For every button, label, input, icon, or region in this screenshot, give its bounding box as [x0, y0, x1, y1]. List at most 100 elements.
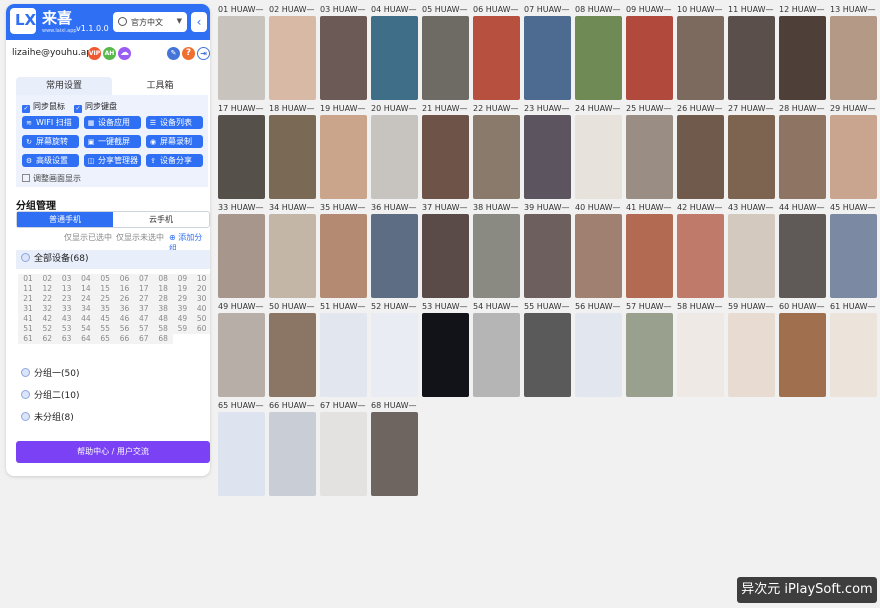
device-screen[interactable] [677, 214, 724, 298]
device-number[interactable]: 37 [133, 304, 154, 314]
device-screen[interactable] [575, 214, 622, 298]
device-number[interactable]: 64 [75, 334, 96, 344]
device-number[interactable]: 59 [172, 324, 193, 334]
device-screen[interactable] [218, 214, 265, 298]
device-number[interactable]: 16 [114, 284, 135, 294]
device-screen[interactable] [473, 313, 520, 397]
device-screen[interactable] [320, 16, 367, 100]
tab-common-settings[interactable]: 常用设置 [16, 77, 112, 95]
device-screen[interactable] [269, 313, 316, 397]
device-screen[interactable] [371, 412, 418, 496]
device-screen[interactable] [218, 16, 265, 100]
device-screen[interactable] [575, 115, 622, 199]
device-screen[interactable] [422, 115, 469, 199]
device-number[interactable]: 49 [172, 314, 193, 324]
device-screen[interactable] [218, 412, 265, 496]
device-screen[interactable] [779, 214, 826, 298]
cloud-phone-option[interactable]: 云手机 [113, 212, 209, 227]
device-number[interactable]: 07 [133, 274, 154, 284]
device-screen[interactable] [422, 313, 469, 397]
share-manager-button[interactable]: ◫ 分享管理器 [84, 154, 141, 167]
device-number[interactable]: 44 [75, 314, 96, 324]
device-screen[interactable] [830, 313, 877, 397]
advanced-settings-button[interactable]: ⚙ 高级设置 [22, 154, 79, 167]
device-number[interactable]: 33 [56, 304, 77, 314]
device-number[interactable]: 08 [153, 274, 174, 284]
device-number[interactable]: 24 [75, 294, 96, 304]
adjust-display-button[interactable]: 调整画面显示 [22, 173, 81, 184]
help-icon[interactable]: ? [182, 47, 195, 60]
show-unselected-filter[interactable]: 仅显示未选中 [116, 232, 164, 243]
device-screen[interactable] [626, 214, 673, 298]
device-number[interactable]: 46 [114, 314, 135, 324]
device-screen[interactable] [320, 412, 367, 496]
device-number[interactable]: 19 [172, 284, 193, 294]
device-number[interactable]: 60 [191, 324, 210, 334]
cloud-icon[interactable]: ☁ [118, 47, 131, 60]
device-screen[interactable] [830, 115, 877, 199]
device-number[interactable]: 66 [114, 334, 135, 344]
device-number[interactable]: 28 [153, 294, 174, 304]
device-screen[interactable] [779, 313, 826, 397]
device-number[interactable]: 43 [56, 314, 77, 324]
device-screen[interactable] [473, 115, 520, 199]
device-screen[interactable] [728, 313, 775, 397]
device-share-button[interactable]: ⇪ 设备分享 [146, 154, 203, 167]
device-number[interactable]: 17 [133, 284, 154, 294]
device-number[interactable]: 41 [18, 314, 38, 324]
device-screen[interactable] [218, 313, 265, 397]
device-screen[interactable] [524, 115, 571, 199]
device-number[interactable]: 67 [133, 334, 154, 344]
device-screen[interactable] [575, 313, 622, 397]
device-screen[interactable] [371, 115, 418, 199]
device-number[interactable]: 48 [153, 314, 174, 324]
device-apps-button[interactable]: ▦ 设备应用 [84, 116, 141, 129]
device-screen[interactable] [524, 16, 571, 100]
device-number[interactable]: 42 [37, 314, 58, 324]
device-number[interactable]: 53 [56, 324, 77, 334]
device-number[interactable]: 35 [95, 304, 116, 314]
device-screen[interactable] [524, 313, 571, 397]
device-screen[interactable] [371, 313, 418, 397]
device-screen[interactable] [677, 16, 724, 100]
screen-record-button[interactable]: ◉ 屏幕录制 [146, 135, 203, 148]
wifi-scan-button[interactable]: ≋ WIFI 扫描 [22, 116, 79, 129]
device-number[interactable]: 54 [75, 324, 96, 334]
device-number[interactable]: 52 [37, 324, 58, 334]
device-number[interactable]: 01 [18, 274, 38, 284]
device-screen[interactable] [626, 16, 673, 100]
device-screen[interactable] [677, 115, 724, 199]
device-screen[interactable] [218, 115, 265, 199]
device-number[interactable]: 18 [153, 284, 174, 294]
device-screen[interactable] [728, 115, 775, 199]
device-number[interactable]: 11 [18, 284, 38, 294]
group-two-row[interactable]: 分组二(10) [16, 388, 79, 401]
device-number[interactable]: 39 [172, 304, 193, 314]
group-one-row[interactable]: 分组一(50) [16, 366, 79, 379]
device-number[interactable]: 51 [18, 324, 38, 334]
device-number[interactable]: 50 [191, 314, 210, 324]
sync-mouse-checkbox[interactable]: ✓ 同步鼠标 [22, 101, 65, 113]
device-number[interactable]: 21 [18, 294, 38, 304]
device-number[interactable]: 61 [18, 334, 38, 344]
device-screen[interactable] [422, 214, 469, 298]
device-number[interactable]: 36 [114, 304, 135, 314]
logout-icon[interactable]: ⇥ [197, 47, 210, 60]
device-number[interactable]: 65 [95, 334, 116, 344]
screenshot-button[interactable]: ▣ 一键截屏 [84, 135, 141, 148]
normal-phone-option[interactable]: 普通手机 [17, 212, 113, 227]
language-select[interactable]: 官方中文 ▼ [113, 12, 187, 32]
device-number[interactable]: 68 [153, 334, 174, 344]
device-screen[interactable] [728, 214, 775, 298]
device-number[interactable]: 38 [153, 304, 174, 314]
show-selected-filter[interactable]: 仅显示已选中 [64, 232, 112, 243]
device-screen[interactable] [269, 16, 316, 100]
tab-toolbox[interactable]: 工具箱 [112, 77, 208, 95]
device-number[interactable]: 12 [37, 284, 58, 294]
device-screen[interactable] [371, 214, 418, 298]
device-screen[interactable] [320, 313, 367, 397]
all-devices-row[interactable]: 全部设备(68) [16, 250, 210, 269]
device-number[interactable]: 40 [191, 304, 210, 314]
device-screen[interactable] [422, 16, 469, 100]
device-screen[interactable] [269, 115, 316, 199]
